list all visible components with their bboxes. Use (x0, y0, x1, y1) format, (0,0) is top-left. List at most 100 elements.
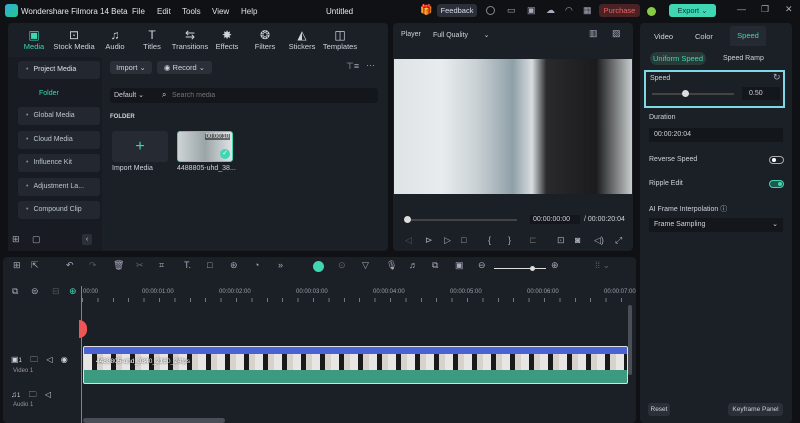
tab-speed[interactable]: Speed (730, 26, 766, 46)
delete-icon[interactable]: 🗑 (113, 260, 124, 271)
menu-help[interactable]: Help (241, 7, 257, 16)
add-to-timeline-icon[interactable]: ⊏ (529, 235, 537, 246)
eye-icon[interactable]: ◉ (61, 355, 68, 364)
tab-audio[interactable]: ♫ Audio (105, 28, 124, 51)
scopes-icon[interactable]: ▨ (612, 28, 621, 39)
collapse-sidebar-button[interactable]: ‹ (82, 234, 92, 245)
lock-icon[interactable]: 🗀 (30, 355, 38, 364)
track-layout-icon[interactable]: ⁞⁞ ⌄ (595, 260, 610, 271)
restore-icon[interactable]: ❐ (761, 4, 769, 15)
video-clip[interactable]: 4488805-uhd_3840_2160_24fps (83, 346, 628, 384)
stop-icon[interactable]: □ (461, 235, 466, 245)
more-options-icon[interactable]: ··· (366, 60, 375, 70)
tab-templates[interactable]: ◫ Templates (323, 28, 357, 51)
menu-tools[interactable]: Tools (182, 7, 201, 16)
compare-view-icon[interactable]: ▥ (589, 28, 598, 39)
tab-uniform-speed[interactable]: Uniform Speed (650, 52, 706, 65)
tab-color[interactable]: Color (695, 32, 713, 41)
reset-speed-icon[interactable]: ↻ (773, 72, 781, 83)
marker-icon[interactable]: ▽ (362, 260, 369, 271)
vertical-scrollbar[interactable] (628, 305, 632, 375)
cloud-icon[interactable]: ☁ (546, 5, 555, 16)
feedback-button[interactable]: Feedback (437, 4, 477, 17)
snap-icon[interactable]: ⊕ (69, 286, 77, 297)
zoom-slider-handle[interactable] (530, 266, 535, 271)
volume-icon[interactable]: ◁) (594, 235, 604, 246)
sidebar-item-influence-kit[interactable]: Influence Kit (18, 154, 100, 172)
zoom-out-icon[interactable]: ⊖ (478, 260, 486, 271)
filter-sort-icon[interactable]: ⊤≡ (346, 61, 359, 72)
menu-edit[interactable]: Edit (157, 7, 171, 16)
snapshot-icon[interactable]: ◙ (575, 235, 580, 245)
speed-icon[interactable]: ◔ (254, 260, 259, 270)
reverse-speed-toggle[interactable] (769, 156, 784, 164)
pip-icon[interactable]: ⧉ (432, 260, 438, 271)
search-input[interactable] (172, 90, 372, 101)
tab-speed-ramp[interactable]: Speed Ramp (723, 55, 792, 62)
speed-slider[interactable] (652, 90, 734, 97)
crop-icon[interactable]: ⌗ (159, 260, 164, 271)
purchase-button[interactable]: Purchase (599, 4, 640, 17)
play-icon[interactable]: ▷ (444, 235, 451, 246)
sidebar-item-folder[interactable]: Folder (39, 90, 59, 97)
color-match-icon[interactable]: ⊛ (230, 260, 238, 271)
tab-stickers[interactable]: ◭ Stickers (289, 28, 316, 51)
text-tool-icon[interactable]: T. (184, 260, 191, 270)
mark-out-icon[interactable]: } (508, 235, 511, 245)
speed-slider-handle[interactable] (682, 90, 689, 97)
select-tool-icon[interactable]: ⇱ (31, 260, 39, 271)
import-button[interactable]: Import ⌄ (110, 61, 152, 74)
audio-mix-icon[interactable]: ♬ (409, 260, 418, 270)
quality-dropdown[interactable]: Full Quality ⌄ (433, 31, 489, 39)
mute-icon[interactable]: ◁ (46, 355, 52, 364)
playhead[interactable] (81, 286, 82, 423)
display-icon[interactable]: ⊡ (557, 235, 565, 246)
minimize-icon[interactable]: — (737, 4, 746, 14)
sort-dropdown[interactable]: Default ⌄ (114, 91, 144, 99)
sidebar-item-project-media[interactable]: Project Media (18, 61, 100, 79)
tab-effects[interactable]: ✸ Effects (216, 28, 239, 51)
tab-stock-media[interactable]: ⊡ Stock Media (53, 28, 94, 51)
ripple-edit-toggle[interactable] (769, 180, 784, 188)
tab-filters[interactable]: ❂ Filters (255, 28, 275, 51)
close-icon[interactable]: ✕ (785, 4, 793, 15)
fullscreen-icon[interactable]: ⤢ (615, 235, 622, 246)
add-track-icon[interactable]: ⧉ (12, 286, 18, 297)
help-icon[interactable]: ⓘ (720, 206, 727, 213)
horizontal-scrollbar[interactable] (83, 418, 225, 423)
render-icon[interactable]: ⊙ (338, 260, 346, 271)
ai-assistant-icon[interactable] (313, 261, 324, 272)
mute-icon[interactable]: ◁ (45, 390, 51, 399)
apps-grid-icon[interactable]: ▦ (583, 5, 592, 16)
video-preview[interactable] (394, 59, 632, 194)
undo-icon[interactable]: ↶ (66, 260, 74, 271)
tab-video[interactable]: Video (654, 32, 673, 41)
sidebar-item-global-media[interactable]: Global Media (18, 107, 100, 125)
previous-frame-icon[interactable]: ◁ (405, 235, 412, 246)
zoom-in-icon[interactable]: ⊕ (551, 260, 559, 271)
track-settings-icon[interactable]: ⊟ (52, 286, 60, 297)
media-clip-thumbnail[interactable]: 00:00:10 ✓ (177, 131, 233, 162)
speed-input[interactable]: 0.50 (742, 87, 780, 100)
import-media-button[interactable]: + (112, 131, 168, 162)
avatar[interactable] (647, 7, 656, 16)
mark-in-icon[interactable]: { (488, 235, 491, 245)
monitor-icon[interactable]: ▭ (507, 5, 516, 16)
reset-button[interactable]: Reset (648, 403, 670, 416)
new-folder-icon[interactable]: ⊞ (12, 234, 20, 245)
link-icon[interactable]: ⊜ (31, 286, 39, 297)
tab-titles[interactable]: T Titles (143, 28, 161, 51)
export-button[interactable]: Export ⌄ (669, 4, 716, 17)
sidebar-item-cloud-media[interactable]: Cloud Media (18, 131, 100, 149)
more-tools-icon[interactable]: » (278, 260, 283, 270)
folder-icon[interactable]: ▢ (32, 234, 41, 245)
menu-file[interactable]: File (132, 7, 145, 16)
playback-scrubber[interactable] (404, 216, 517, 223)
status-icon[interactable] (486, 6, 495, 15)
shape-icon[interactable]: □ (207, 260, 212, 270)
gift-icon[interactable]: 🎁 (420, 5, 432, 16)
lock-icon[interactable]: 🗀 (29, 390, 37, 399)
keyframe-panel-button[interactable]: Keyframe Panel (728, 403, 783, 416)
tab-media[interactable]: ▣ Media (24, 28, 44, 51)
redo-icon[interactable]: ↷ (89, 260, 97, 271)
